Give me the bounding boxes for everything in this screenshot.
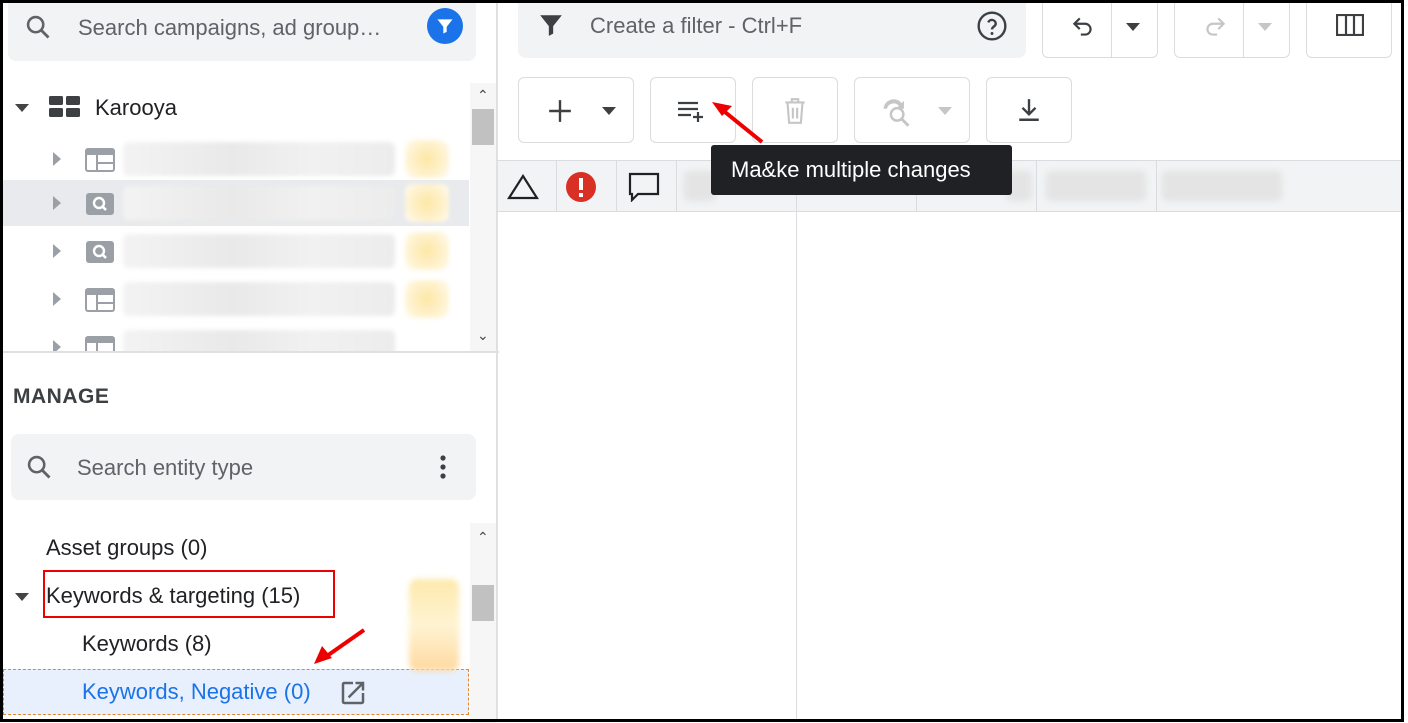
entity-scrollbar[interactable]: ⌃ bbox=[470, 523, 496, 723]
tree-scrollbar[interactable]: ⌃ ⌄ bbox=[470, 83, 496, 351]
comment-column-header[interactable] bbox=[616, 161, 677, 211]
warning-column-header[interactable] bbox=[498, 161, 557, 211]
tooltip: Ma&ke multiple changes bbox=[711, 145, 1012, 195]
display-campaign-icon bbox=[85, 288, 115, 312]
find-replace-button[interactable] bbox=[854, 77, 970, 143]
search-campaign-icon bbox=[86, 193, 114, 215]
campaign-search-placeholder: Search campaigns, ad group… bbox=[78, 15, 382, 40]
redacted-status bbox=[405, 232, 449, 270]
trash-icon[interactable] bbox=[782, 96, 808, 126]
display-campaign-icon bbox=[85, 336, 115, 351]
plus-icon[interactable] bbox=[547, 98, 573, 124]
entity-keywords[interactable]: Keywords (8) bbox=[82, 631, 212, 657]
dropdown-arrow-icon[interactable] bbox=[601, 106, 617, 116]
add-button[interactable] bbox=[518, 77, 634, 143]
redacted-status bbox=[405, 280, 449, 318]
campaign-search-bar[interactable]: Search campaigns, ad group… bbox=[8, 3, 476, 61]
column-header-redacted[interactable] bbox=[1036, 161, 1157, 211]
filter-icon bbox=[540, 15, 562, 36]
tree-campaign-row[interactable] bbox=[3, 228, 469, 274]
tree-scroll-thumb[interactable] bbox=[472, 109, 494, 145]
manage-heading: MANAGE bbox=[13, 385, 110, 408]
left-panel: Search campaigns, ad group… Karooya ⌃ ⌄ … bbox=[3, 3, 499, 723]
panel-divider bbox=[3, 351, 499, 353]
open-in-new-icon[interactable] bbox=[338, 678, 368, 708]
scroll-up-arrow-icon[interactable]: ⌃ bbox=[477, 87, 489, 104]
redacted-badge bbox=[409, 579, 459, 671]
entity-keywords-negative[interactable]: Keywords, Negative (0) bbox=[82, 679, 311, 705]
error-column-header[interactable] bbox=[556, 161, 617, 211]
dropdown-arrow-icon[interactable] bbox=[1257, 22, 1273, 32]
annotation-arrow bbox=[314, 628, 366, 664]
redacted-campaign-name bbox=[123, 234, 395, 268]
view-columns-icon[interactable] bbox=[1336, 14, 1364, 36]
dropdown-arrow-icon[interactable] bbox=[937, 106, 953, 116]
tree-campaign-row[interactable] bbox=[3, 180, 469, 226]
display-campaign-icon bbox=[85, 148, 115, 172]
entity-search-bar[interactable]: Search entity type bbox=[11, 434, 476, 500]
redacted-status bbox=[405, 184, 449, 222]
annotation-highlight-box bbox=[43, 570, 335, 618]
scroll-down-arrow-icon[interactable]: ⌄ bbox=[477, 327, 489, 344]
button-separator bbox=[1243, 0, 1244, 57]
caret-right-icon[interactable] bbox=[51, 291, 63, 307]
redacted-campaign-name bbox=[123, 282, 395, 316]
redacted-header-text bbox=[1162, 171, 1282, 201]
filter-toggle-button[interactable] bbox=[427, 8, 463, 44]
search-icon bbox=[27, 455, 51, 479]
caret-right-icon[interactable] bbox=[51, 195, 63, 211]
grid-column-divider bbox=[796, 210, 797, 720]
button-separator bbox=[1111, 0, 1112, 57]
undo-icon[interactable] bbox=[1069, 14, 1097, 40]
vertical-divider bbox=[496, 3, 498, 719]
account-tree: Karooya ⌃ ⌄ bbox=[3, 83, 496, 351]
download-button[interactable] bbox=[986, 77, 1072, 143]
entity-scroll-thumb[interactable] bbox=[472, 585, 494, 621]
more-vert-icon[interactable] bbox=[439, 454, 447, 480]
error-icon bbox=[566, 172, 596, 202]
caret-down-icon[interactable] bbox=[13, 102, 31, 114]
tree-campaign-row[interactable] bbox=[3, 276, 469, 322]
column-header-redacted[interactable] bbox=[1156, 161, 1402, 211]
download-icon[interactable] bbox=[1016, 97, 1042, 123]
find-replace-icon[interactable] bbox=[879, 95, 913, 127]
columns-button[interactable] bbox=[1306, 0, 1392, 58]
tree-campaign-row[interactable] bbox=[3, 136, 469, 182]
account-name[interactable]: Karooya bbox=[95, 95, 177, 121]
redacted-campaign-name bbox=[123, 142, 395, 176]
tooltip-text: Ma&ke multiple changes bbox=[731, 157, 971, 182]
redo-icon[interactable] bbox=[1201, 14, 1229, 40]
playlist-add-icon[interactable] bbox=[676, 98, 710, 124]
help-icon[interactable] bbox=[976, 10, 1008, 42]
caret-right-icon[interactable] bbox=[51, 339, 63, 351]
entity-search-placeholder: Search entity type bbox=[77, 455, 254, 480]
comment-icon bbox=[628, 172, 660, 202]
redacted-header-text bbox=[1046, 171, 1146, 201]
entity-asset-groups[interactable]: Asset groups (0) bbox=[46, 535, 207, 561]
caret-down-icon[interactable] bbox=[13, 591, 31, 603]
tree-campaign-row[interactable] bbox=[3, 324, 469, 351]
redo-button-group[interactable] bbox=[1174, 0, 1290, 58]
dropdown-arrow-icon[interactable] bbox=[1125, 22, 1141, 32]
undo-button-group[interactable] bbox=[1042, 0, 1158, 58]
redacted-campaign-name bbox=[123, 186, 395, 220]
redacted-status bbox=[405, 140, 449, 178]
caret-right-icon[interactable] bbox=[51, 151, 63, 167]
caret-right-icon[interactable] bbox=[51, 243, 63, 259]
account-grid-icon bbox=[49, 96, 80, 117]
filter-placeholder: Create a filter - Ctrl+F bbox=[590, 13, 803, 38]
scroll-up-arrow-icon[interactable]: ⌃ bbox=[477, 529, 489, 546]
filter-bar[interactable]: Create a filter - Ctrl+F bbox=[518, 0, 1026, 58]
filter-icon bbox=[437, 19, 453, 34]
search-icon bbox=[26, 15, 50, 39]
entity-type-list: Asset groups (0) Keywords & targeting (1… bbox=[3, 523, 496, 723]
annotation-arrow bbox=[712, 102, 764, 144]
redacted-campaign-name bbox=[123, 330, 395, 351]
search-campaign-icon bbox=[86, 241, 114, 263]
warning-triangle-icon bbox=[507, 174, 539, 200]
